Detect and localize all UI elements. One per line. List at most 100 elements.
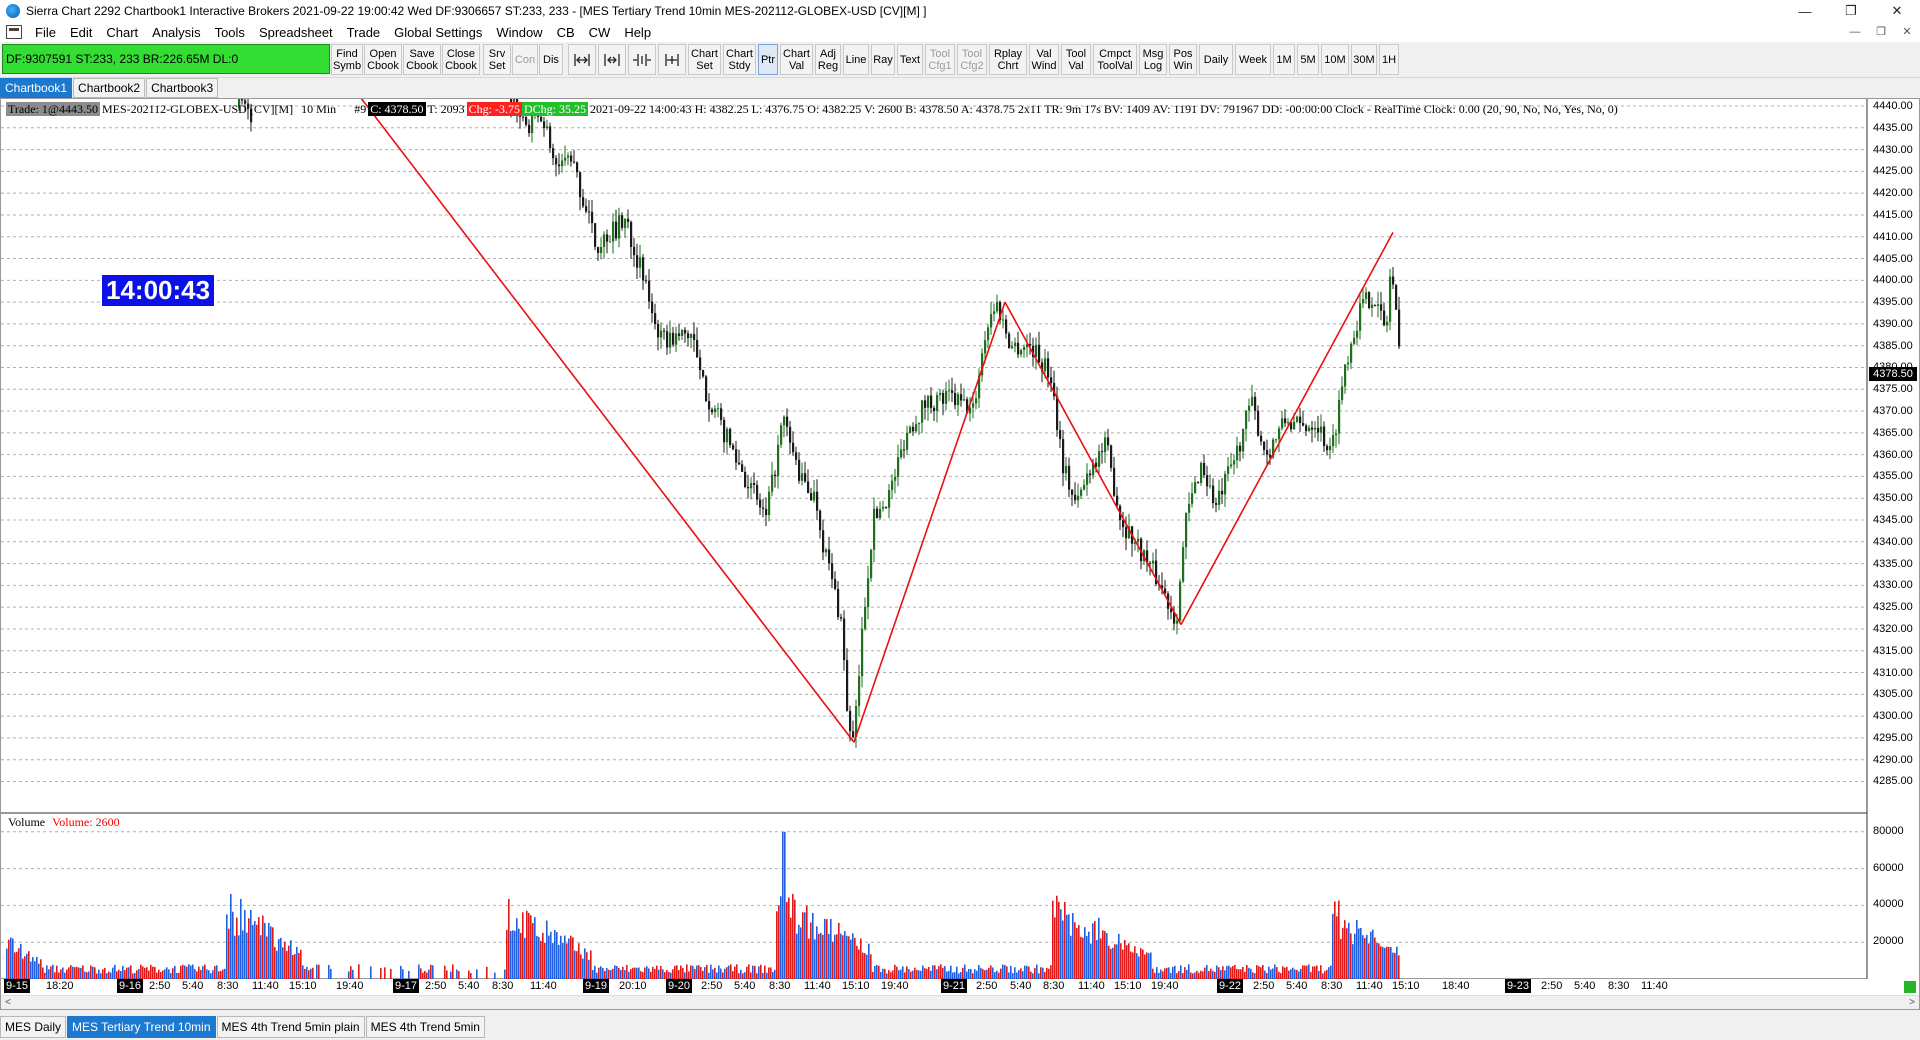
menu-tools[interactable]: Tools [208, 25, 252, 40]
price-bar-body [561, 160, 564, 167]
time-label: 8:30 [1608, 980, 1630, 992]
toolbar-30m-button[interactable]: 30M [1351, 44, 1377, 75]
volume-bar [1240, 969, 1242, 979]
mdi-minimize-button[interactable]: — [1842, 22, 1868, 42]
maximize-button[interactable]: ❐ [1828, 0, 1874, 22]
compress-bars-button[interactable] [628, 44, 656, 75]
volume-bar [1300, 968, 1302, 979]
chartbook-tab-3[interactable]: Chartbook3 [146, 78, 219, 98]
mdi-close-button[interactable]: ✕ [1894, 22, 1920, 42]
close-button[interactable]: ✕ [1874, 0, 1920, 22]
volume-bar [268, 922, 270, 979]
volume-bar [1124, 939, 1126, 979]
scroll-right-icon[interactable]: > [1905, 996, 1919, 1010]
system-menu-icon[interactable] [6, 25, 22, 39]
toolbar-chart-val-button[interactable]: Chart Val [780, 44, 813, 75]
toolbar-dis-button[interactable]: Dis [539, 44, 563, 75]
volume-bar [632, 967, 634, 979]
chartbook-tab-1[interactable]: Chartbook1 [0, 78, 73, 98]
price-bar-body [801, 473, 804, 481]
price-bar-body [693, 334, 696, 340]
toolbar-tool-val-button[interactable]: Tool Val [1061, 44, 1091, 75]
toolbar-close-cbook-button[interactable]: Close Cbook [442, 44, 480, 75]
price-bar-body [747, 487, 750, 489]
volume-bar [844, 931, 846, 979]
toolbar-tool-cfg1-button[interactable]: Tool Cfg1 [925, 44, 955, 75]
chart-tab-1[interactable]: MES Daily [0, 1016, 67, 1038]
volume-bar [950, 965, 952, 979]
scroll-left-icon[interactable]: < [1, 996, 15, 1010]
chart-tab-2[interactable]: MES Tertiary Trend 10min [67, 1016, 216, 1038]
chart-tab-3[interactable]: MES 4th Trend 5min plain [216, 1016, 365, 1038]
menu-help[interactable]: Help [617, 25, 658, 40]
toolbar-adj-reg-button[interactable]: Adj Reg [815, 44, 841, 75]
mdi-restore-button[interactable]: ❐ [1868, 22, 1894, 42]
toolbar-daily-button[interactable]: Daily [1199, 44, 1233, 75]
toolbar-srv-set-button[interactable]: Srv Set [483, 44, 511, 75]
price-bar-body [717, 408, 720, 410]
expand-bars-button[interactable] [658, 44, 686, 75]
price-bar-body [1335, 433, 1338, 436]
toolbar-msg-log-button[interactable]: Msg Log [1139, 44, 1167, 75]
toolbar-pos-win-button[interactable]: Pos Win [1169, 44, 1197, 75]
toolbar-save-cbook-button[interactable]: Save Cbook [403, 44, 441, 75]
volume-bar [1086, 935, 1088, 979]
toolbar-line-button[interactable]: Line [843, 44, 869, 75]
volume-bar [890, 972, 892, 979]
volume-bar [1344, 920, 1346, 979]
menu-window[interactable]: Window [489, 25, 549, 40]
horizontal-scrollbar[interactable]: < > [1, 995, 1919, 1009]
toolbar-cmpct-toolval-button[interactable]: Cmpct ToolVal [1093, 44, 1137, 75]
menu-file[interactable]: File [28, 25, 63, 40]
minimize-button[interactable]: — [1782, 0, 1828, 22]
chartbook-tab-2[interactable]: Chartbook2 [73, 78, 146, 98]
price-bar-body [648, 280, 651, 302]
menu-chart[interactable]: Chart [99, 25, 145, 40]
price-bar-body [1311, 427, 1314, 430]
volume-bar [934, 965, 936, 979]
volume-bar [1062, 920, 1064, 979]
date-label: 9-21 [941, 979, 968, 993]
volume-bar [56, 965, 58, 979]
toolbar-open-cbook-button[interactable]: Open Cbook [364, 44, 402, 75]
toolbar-rplay-chrt-button[interactable]: Rplay Chrt [989, 44, 1027, 75]
menu-analysis[interactable]: Analysis [145, 25, 207, 40]
volume-bar [26, 953, 28, 979]
toolbar-ptr-button[interactable]: Ptr [758, 44, 778, 75]
zoom-range-button[interactable] [568, 44, 596, 75]
toolbar-text-button[interactable]: Text [897, 44, 923, 75]
menu-trade[interactable]: Trade [340, 25, 387, 40]
price-chart[interactable] [1, 99, 1919, 979]
menu-spreadsheet[interactable]: Spreadsheet [252, 25, 340, 40]
expand-range-button[interactable] [598, 44, 626, 75]
chart-tab-4[interactable]: MES 4th Trend 5min [365, 1016, 485, 1038]
menu-edit[interactable]: Edit [63, 25, 99, 40]
price-bar-body [1101, 451, 1104, 453]
volume-bar [418, 964, 420, 979]
toolbar-chart-stdy-button[interactable]: Chart Stdy [723, 44, 756, 75]
price-bar-body [624, 218, 627, 228]
volume-bar [1036, 964, 1038, 979]
toolbar-1m-button[interactable]: 1M [1273, 44, 1295, 75]
price-bar-body [642, 257, 645, 281]
toolbar-week-button[interactable]: Week [1235, 44, 1271, 75]
volume-bar [862, 952, 864, 979]
toolbar-con-button[interactable]: Con [512, 44, 538, 75]
menu-cw[interactable]: CW [582, 25, 618, 40]
volume-bar [300, 949, 302, 979]
toolbar-10m-button[interactable]: 10M [1321, 44, 1349, 75]
price-tick-label: 4360.00 [1873, 448, 1913, 461]
toolbar-1h-button[interactable]: 1H [1379, 44, 1399, 75]
volume-bar [1160, 969, 1162, 979]
volume-bar [796, 933, 798, 979]
toolbar-find-symb-button[interactable]: Find Symb [331, 44, 363, 75]
toolbar-val-wind-button[interactable]: Val Wind [1029, 44, 1059, 75]
toolbar-5m-button[interactable]: 5M [1297, 44, 1319, 75]
toolbar-chart-set-button[interactable]: Chart Set [688, 44, 721, 75]
toolbar-tool-cfg2-button[interactable]: Tool Cfg2 [957, 44, 987, 75]
price-bar-body [783, 416, 786, 426]
menu-cb[interactable]: CB [550, 25, 582, 40]
volume-bar [560, 935, 562, 979]
toolbar-ray-button[interactable]: Ray [871, 44, 895, 75]
menu-global-settings[interactable]: Global Settings [387, 25, 489, 40]
